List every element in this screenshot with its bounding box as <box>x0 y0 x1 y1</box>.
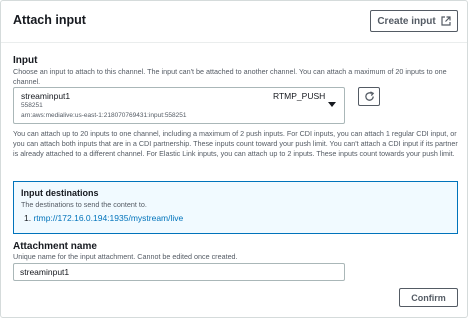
confirm-button[interactable]: Confirm <box>399 288 458 307</box>
destinations-title: Input destinations <box>21 188 99 198</box>
refresh-button[interactable] <box>358 87 380 106</box>
destinations-subtitle: The destinations to send the content to. <box>21 200 147 209</box>
selected-input-id: 558251 <box>21 102 43 109</box>
refresh-icon <box>364 91 374 101</box>
selected-input-name: streaminput1 <box>21 91 71 101</box>
input-help-text: You can attach up to 20 inputs to one ch… <box>13 129 458 158</box>
destination-index: 1. <box>24 213 32 223</box>
create-input-button[interactable]: Create input <box>370 10 458 32</box>
selected-input-type: RTMP_PUSH <box>273 91 326 101</box>
create-input-label: Create input <box>377 15 436 27</box>
input-destinations-box: Input destinations The destinations to s… <box>13 181 458 234</box>
input-description: Choose an input to attach to this channe… <box>13 67 447 86</box>
header-divider <box>1 42 467 43</box>
attachment-name-description: Unique name for the input attachment. Ca… <box>13 252 238 261</box>
attachment-name-input[interactable]: streaminput1 <box>13 263 345 281</box>
input-label: Input <box>13 55 38 66</box>
selected-input-arn: arn:aws:medialive:us-east-1:218070769431… <box>21 112 187 119</box>
caret-down-icon <box>328 102 336 107</box>
attach-input-panel: Attach input Create input Input Choose a… <box>0 0 468 318</box>
destination-url-link[interactable]: rtmp://172.16.0.194:1935/mystream/live <box>33 213 183 223</box>
input-select[interactable]: streaminput1 RTMP_PUSH 558251 arn:aws:me… <box>13 87 345 124</box>
attachment-name-label: Attachment name <box>13 241 97 252</box>
external-link-icon <box>441 16 451 26</box>
destination-item: 1. rtmp://172.16.0.194:1935/mystream/liv… <box>24 213 183 223</box>
page-title: Attach input <box>13 13 86 27</box>
